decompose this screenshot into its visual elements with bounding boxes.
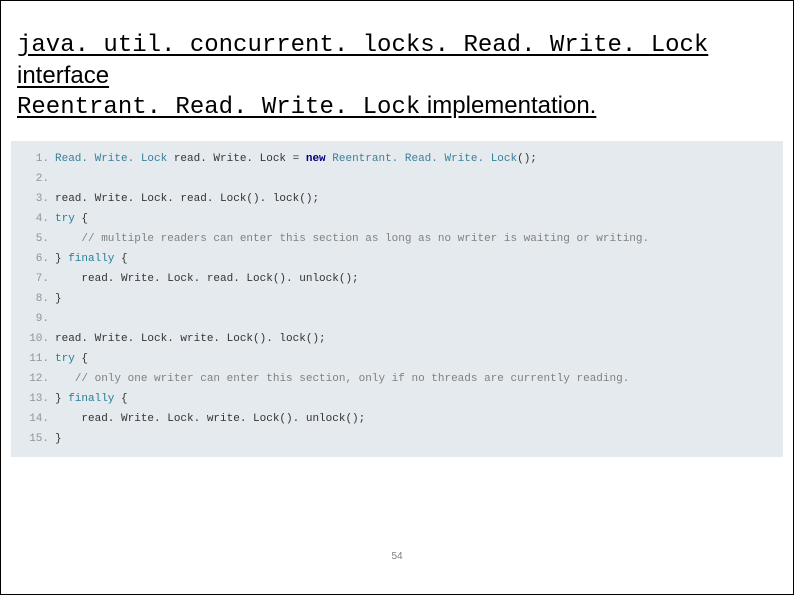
code-content: // multiple readers can enter this secti… <box>55 229 649 249</box>
code-content: read. Write. Lock. write. Lock(). unlock… <box>55 409 365 429</box>
title-line-2: Reentrant. Read. Write. Lock implementat… <box>17 92 596 119</box>
code-content: Read. Write. Lock read. Write. Lock = ne… <box>55 149 537 169</box>
code-line: 12. // only one writer can enter this se… <box>21 369 773 389</box>
line-number: 2. <box>21 169 55 189</box>
line-number: 9. <box>21 309 55 329</box>
code-line: 8.} <box>21 289 773 309</box>
title-mono-2: Reentrant. Read. Write. Lock <box>17 94 420 121</box>
code-line: 4.try { <box>21 209 773 229</box>
code-line: 1.Read. Write. Lock read. Write. Lock = … <box>21 149 773 169</box>
line-number: 5. <box>21 229 55 249</box>
code-line: 6.} finally { <box>21 249 773 269</box>
line-number: 8. <box>21 289 55 309</box>
code-line: 11.try { <box>21 349 773 369</box>
code-content: read. Write. Lock. read. Lock(). lock(); <box>55 189 319 209</box>
code-content <box>55 309 62 329</box>
line-number: 10. <box>21 329 55 349</box>
code-content: // only one writer can enter this sectio… <box>55 369 629 389</box>
code-content: read. Write. Lock. write. Lock(). lock()… <box>55 329 326 349</box>
code-line: 3.read. Write. Lock. read. Lock(). lock(… <box>21 189 773 209</box>
line-number: 1. <box>21 149 55 169</box>
code-content: } <box>55 289 62 309</box>
line-number: 12. <box>21 369 55 389</box>
code-line: 7. read. Write. Lock. read. Lock(). unlo… <box>21 269 773 289</box>
code-content <box>55 169 62 189</box>
code-line: 9. <box>21 309 773 329</box>
line-number: 13. <box>21 389 55 409</box>
code-line: 14. read. Write. Lock. write. Lock(). un… <box>21 409 773 429</box>
line-number: 3. <box>21 189 55 209</box>
slide-container: java. util. concurrent. locks. Read. Wri… <box>0 0 794 595</box>
line-number: 14. <box>21 409 55 429</box>
title-rest-2: implementation. <box>420 92 596 119</box>
code-content: read. Write. Lock. read. Lock(). unlock(… <box>55 269 359 289</box>
line-number: 4. <box>21 209 55 229</box>
slide-title: java. util. concurrent. locks. Read. Wri… <box>1 1 793 129</box>
code-line: 10.read. Write. Lock. write. Lock(). loc… <box>21 329 773 349</box>
code-content: try { <box>55 349 88 369</box>
code-line: 15.} <box>21 429 773 449</box>
code-content: } <box>55 429 62 449</box>
code-content: } finally { <box>55 389 128 409</box>
line-number: 15. <box>21 429 55 449</box>
line-number: 7. <box>21 269 55 289</box>
code-line: 13.} finally { <box>21 389 773 409</box>
title-mono-1: java. util. concurrent. locks. Read. Wri… <box>17 32 708 59</box>
code-line: 5. // multiple readers can enter this se… <box>21 229 773 249</box>
line-number: 11. <box>21 349 55 369</box>
line-number: 6. <box>21 249 55 269</box>
title-line-1: java. util. concurrent. locks. Read. Wri… <box>17 30 708 89</box>
title-rest-1: interface <box>17 62 109 89</box>
code-content: try { <box>55 209 88 229</box>
code-block: 1.Read. Write. Lock read. Write. Lock = … <box>11 141 783 457</box>
code-line: 2. <box>21 169 773 189</box>
page-number: 54 <box>1 551 793 562</box>
code-content: } finally { <box>55 249 128 269</box>
